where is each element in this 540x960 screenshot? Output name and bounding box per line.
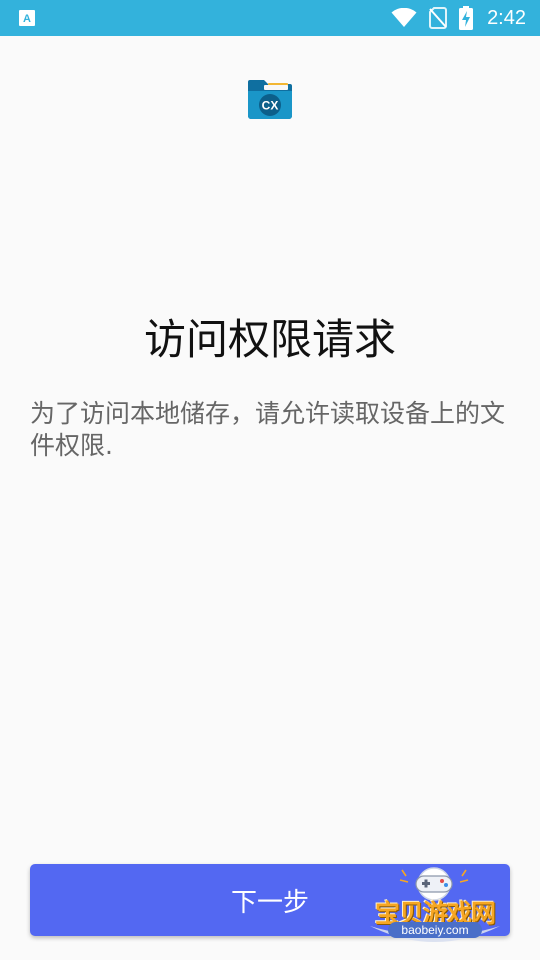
no-sim-icon — [429, 7, 448, 29]
page-title: 访问权限请求 — [143, 315, 396, 364]
accessibility-a-icon: A — [19, 10, 35, 26]
status-bar: A 2:42 — [0, 0, 540, 36]
status-icons: 2:42 — [391, 0, 526, 36]
next-button-label: 下一步 — [230, 887, 309, 918]
wifi-icon — [391, 8, 417, 27]
watermark-url: baobeiy.com — [388, 922, 482, 938]
svg-text:A: A — [23, 13, 31, 25]
watermark-logo: 宝贝游戏网 baobeiy.com — [362, 866, 508, 946]
cx-file-explorer-logo-icon: CX — [248, 80, 292, 119]
permission-description: 为了访问本地储存，请允许读取设备上的文件权限. — [30, 399, 506, 460]
status-time: 2:42 — [487, 6, 526, 29]
svg-text:CX: CX — [262, 99, 279, 113]
battery-charging-icon — [459, 6, 474, 30]
